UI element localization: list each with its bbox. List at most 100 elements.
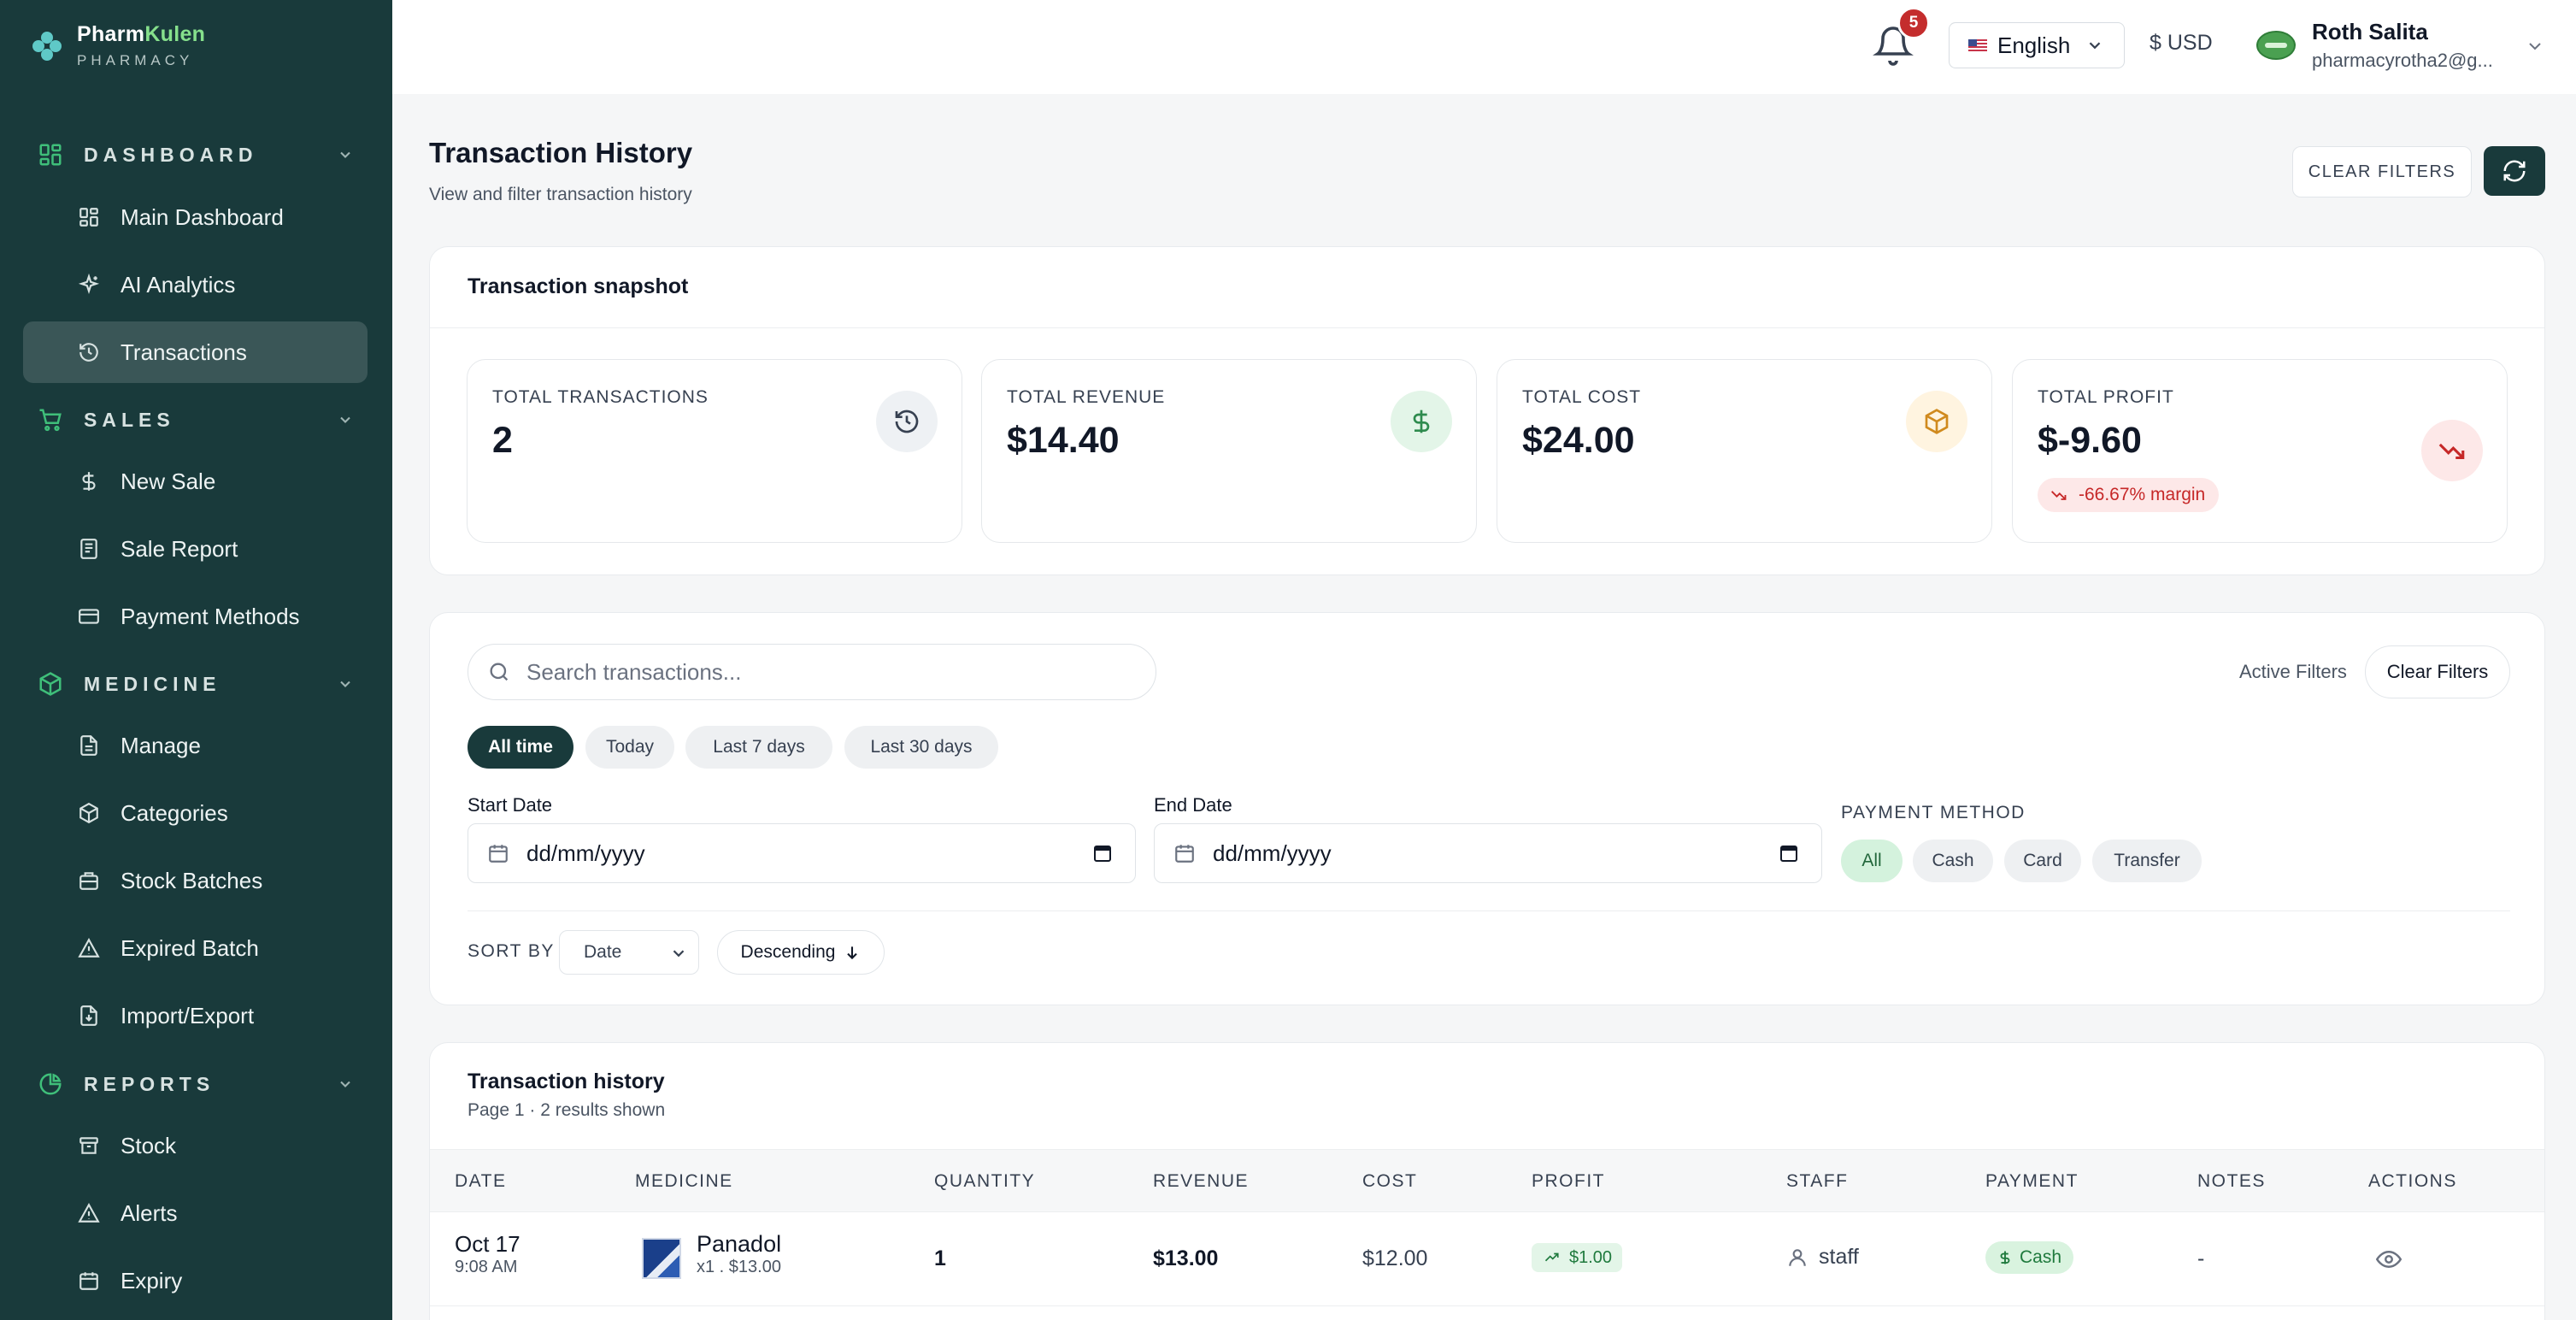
- cost-cell: $12.00: [1362, 1246, 1428, 1270]
- sort-direction-button[interactable]: Descending: [717, 930, 885, 975]
- table-header: DATE MEDICINE QUANTITY REVENUE COST PROF…: [430, 1149, 2544, 1212]
- payment-method-label: PAYMENT METHOD: [1841, 803, 2026, 822]
- sidebar-item-categories[interactable]: Categories: [23, 782, 368, 844]
- payment-cash[interactable]: Cash: [1913, 840, 1993, 882]
- chevron-down-icon: [673, 950, 685, 958]
- user-email: pharmacyrotha2@g...: [2312, 50, 2493, 71]
- sidebar-item-stock-batches[interactable]: Stock Batches: [23, 850, 368, 911]
- column-header-date[interactable]: DATE: [455, 1171, 506, 1192]
- column-header-payment[interactable]: PAYMENT: [1985, 1171, 2079, 1192]
- sidebar-item-import-export[interactable]: Import/Export: [23, 985, 368, 1046]
- quantity-cell: 1: [934, 1246, 946, 1270]
- stat-label: TOTAL COST: [1522, 387, 1642, 407]
- top-bar: [392, 0, 2576, 94]
- stat-total-cost: TOTAL COST $24.00: [1497, 359, 1992, 543]
- sidebar-section-medicine[interactable]: MEDICINE: [38, 671, 354, 697]
- start-date-label: Start Date: [468, 794, 553, 816]
- start-date-field[interactable]: dd/mm/yyyy: [468, 823, 1136, 883]
- calendar-picker-icon[interactable]: [1779, 843, 1799, 863]
- sort-field-select[interactable]: Date: [559, 930, 699, 975]
- logo-icon: [32, 31, 62, 61]
- medicine-cell: Panadol x1 . $13.00: [697, 1231, 781, 1277]
- language-label: English: [1997, 32, 2071, 58]
- payment-transfer[interactable]: Transfer: [2092, 840, 2202, 882]
- sidebar-item-sale-report[interactable]: Sale Report: [23, 518, 368, 580]
- sidebar-item-label: Stock: [121, 1132, 177, 1158]
- brand[interactable]: PharmKulen PHARMACY: [32, 22, 205, 69]
- column-header-revenue[interactable]: REVENUE: [1153, 1171, 1249, 1192]
- package-icon: [39, 672, 62, 696]
- avatar[interactable]: [2256, 31, 2296, 60]
- sidebar-item-manage[interactable]: Manage: [23, 715, 368, 776]
- eye-icon[interactable]: [2376, 1246, 2402, 1272]
- section-label: REPORTS: [84, 1072, 215, 1095]
- chevron-down-icon: [2089, 42, 2101, 50]
- cart-icon: [39, 409, 62, 432]
- column-header-notes: NOTES: [2197, 1171, 2266, 1191]
- range-last-7-days[interactable]: Last 7 days: [685, 726, 832, 769]
- refresh-button[interactable]: [2484, 146, 2545, 196]
- stat-label: TOTAL TRANSACTIONS: [492, 387, 709, 407]
- range-today[interactable]: Today: [585, 726, 674, 769]
- sidebar-item-main-dashboard[interactable]: Main Dashboard: [23, 186, 368, 248]
- sidebar-item-label: Main Dashboard: [121, 203, 284, 230]
- transaction-snapshot-card: Transaction snapshot TOTAL TRANSACTIONS …: [429, 246, 2545, 575]
- table-row[interactable]: Oct 17 9:08 AM Panadol x1 . $13.00 1 $13…: [430, 1212, 2544, 1306]
- section-label: SALES: [84, 408, 175, 431]
- sidebar-section-sales[interactable]: SALES: [38, 407, 354, 433]
- sidebar-item-label: Categories: [121, 799, 228, 826]
- page-title: Transaction History: [429, 137, 693, 168]
- dollar-icon: [82, 472, 96, 491]
- search-box[interactable]: [468, 644, 1156, 700]
- notes-cell: -: [2197, 1246, 2205, 1270]
- stat-total-transactions: TOTAL TRANSACTIONS 2: [467, 359, 962, 543]
- sparkle-icon: [78, 274, 100, 295]
- range-last-30-days[interactable]: Last 30 days: [844, 726, 998, 769]
- currency-selector[interactable]: $ USD: [2150, 31, 2213, 56]
- clear-filters-chip-button[interactable]: Clear Filters: [2365, 645, 2510, 698]
- staff-cell: staff: [1786, 1245, 1859, 1270]
- payment-all[interactable]: All: [1841, 840, 1903, 882]
- sidebar-item-transactions[interactable]: Transactions: [23, 321, 368, 383]
- range-all-time[interactable]: All time: [468, 726, 573, 769]
- section-label: MEDICINE: [84, 672, 221, 695]
- language-select[interactable]: English: [1949, 22, 2125, 68]
- sidebar-item-expired-batch[interactable]: Expired Batch: [23, 917, 368, 979]
- sidebar-item-expiry[interactable]: Expiry: [23, 1250, 368, 1311]
- chevron-down-icon[interactable]: [2525, 36, 2545, 56]
- clear-filters-button[interactable]: CLEAR FILTERS: [2292, 146, 2472, 197]
- sidebar-section-dashboard[interactable]: DASHBOARD: [38, 142, 354, 168]
- column-header-quantity[interactable]: QUANTITY: [934, 1171, 1035, 1192]
- sidebar-item-alerts[interactable]: Alerts: [23, 1182, 368, 1244]
- medicine-name: Panadol: [697, 1231, 782, 1257]
- sidebar-item-ai-analytics[interactable]: AI Analytics: [23, 254, 368, 315]
- column-header-cost[interactable]: COST: [1362, 1171, 1417, 1192]
- chevron-down-icon: [340, 1081, 350, 1087]
- stat-total-revenue: TOTAL REVENUE $14.40: [981, 359, 1477, 543]
- user-name[interactable]: Roth Salita: [2312, 19, 2428, 45]
- sidebar-item-label: Payment Methods: [121, 603, 300, 629]
- sidebar-section-reports[interactable]: REPORTS: [38, 1071, 354, 1097]
- grid-icon: [79, 208, 98, 227]
- search-input[interactable]: [526, 658, 1108, 686]
- pie-chart-icon: [39, 1073, 62, 1095]
- stat-value: $-9.60: [2038, 420, 2142, 461]
- column-header-medicine[interactable]: MEDICINE: [635, 1171, 733, 1192]
- margin-badge: -66.67% margin: [2038, 478, 2220, 512]
- trending-down-icon: [2051, 491, 2067, 500]
- chevron-down-icon: [340, 416, 350, 423]
- column-header-staff[interactable]: STAFF: [1786, 1171, 1848, 1192]
- medicine-detail: x1 . $13.00: [697, 1258, 781, 1276]
- payment-card[interactable]: Card: [2004, 840, 2081, 882]
- calendar-picker-icon[interactable]: [1092, 843, 1113, 863]
- column-header-profit[interactable]: PROFIT: [1532, 1171, 1605, 1192]
- divider: [468, 910, 2510, 911]
- page-subtitle: View and filter transaction history: [429, 185, 692, 204]
- sidebar-item-stock[interactable]: Stock: [23, 1115, 368, 1176]
- archive-icon: [79, 1137, 98, 1154]
- end-date-field[interactable]: dd/mm/yyyy: [1154, 823, 1822, 883]
- sidebar-item-payment-methods[interactable]: Payment Methods: [23, 586, 368, 647]
- sidebar-item-label: Expiry: [121, 1267, 183, 1293]
- sidebar-item-new-sale[interactable]: New Sale: [23, 451, 368, 512]
- sidebar-item-label: Manage: [121, 732, 201, 758]
